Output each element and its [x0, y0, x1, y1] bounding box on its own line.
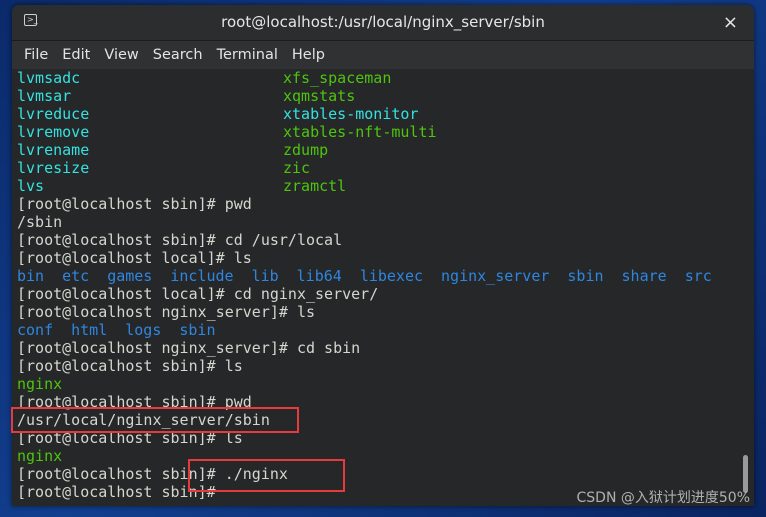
terminal-line: lvs zramctl	[17, 177, 754, 195]
terminal-line: nginx	[17, 375, 754, 393]
dir-entry: bin	[17, 267, 45, 285]
dir-entry: sbin	[567, 267, 604, 285]
terminal-line: [root@localhost local]# ls	[17, 249, 754, 267]
terminal-line: [root@localhost sbin]# cd /usr/local	[17, 231, 754, 249]
dir-entry: games	[107, 267, 153, 285]
dir-entry: nginx	[17, 447, 63, 465]
file-name: zramctl	[283, 177, 347, 195]
dir-entry: share	[621, 267, 667, 285]
dir-entry: sbin	[179, 321, 216, 339]
terminal-output[interactable]: lvmsadc xfs_spaceman lvmsar xqmstats lvreduc…	[12, 69, 754, 506]
terminal-line: lvreduce xtables-monitor	[17, 105, 754, 123]
dir-entry: include	[170, 267, 234, 285]
highlight-box-pwd-output	[11, 407, 299, 433]
dir-entry: etc	[62, 267, 90, 285]
close-button[interactable]: ×	[723, 5, 738, 40]
watermark: CSDN @入狱计划进度50%	[576, 490, 750, 506]
terminal-text: /sbin	[17, 213, 63, 231]
terminal-line: [root@localhost local]# cd nginx_server/	[17, 285, 754, 303]
file-name: xtables-nft-multi	[283, 123, 437, 141]
terminal-line: lvmsar xqmstats	[17, 87, 754, 105]
terminal-text: [root@localhost sbin]# pwd	[17, 195, 252, 213]
highlight-box-run-nginx	[188, 459, 345, 492]
terminal-line: conf html logs sbin	[17, 321, 754, 339]
terminal-text: [root@localhost nginx_server]# ls	[17, 303, 316, 321]
file-name: xfs_spaceman	[283, 69, 392, 87]
terminal-text: [root@localhost sbin]# cd /usr/local	[17, 231, 343, 249]
file-name: lvreduce	[17, 105, 90, 123]
dir-entry: nginx_server	[441, 267, 550, 285]
file-name: lvrename	[17, 141, 90, 159]
file-name: lvs	[17, 177, 45, 195]
terminal-text: [root@localhost nginx_server]# cd sbin	[17, 339, 361, 357]
menu-terminal[interactable]: Terminal	[211, 47, 284, 63]
dir-entry: html	[71, 321, 108, 339]
window-title: root@localhost:/usr/local/nginx_server/s…	[221, 13, 545, 31]
file-name: lvmsar	[17, 87, 72, 105]
file-name: lvresize	[17, 159, 90, 177]
menu-search[interactable]: Search	[147, 47, 209, 63]
dir-entry: nginx	[17, 375, 63, 393]
file-name: xtables-monitor	[283, 105, 419, 123]
terminal-line: /sbin	[17, 213, 754, 231]
terminal-line: lvresize zic	[17, 159, 754, 177]
menu-view[interactable]: View	[98, 47, 144, 63]
menu-bar: File Edit View Search Terminal Help	[12, 41, 754, 69]
title-bar: >_ root@localhost:/usr/local/nginx_serve…	[12, 5, 754, 41]
terminal-line: [root@localhost sbin]# ./nginx	[17, 465, 754, 483]
file-name: zdump	[283, 141, 329, 159]
terminal-line: [root@localhost nginx_server]# ls	[17, 303, 754, 321]
terminal-line: [root@localhost sbin]# pwd	[17, 195, 754, 213]
terminal-line: [root@localhost nginx_server]# cd sbin	[17, 339, 754, 357]
terminal-text: [root@localhost sbin]# ls	[17, 357, 243, 375]
dir-entry: lib	[251, 267, 279, 285]
menu-help[interactable]: Help	[286, 47, 331, 63]
terminal-line: lvremove xtables-nft-multi	[17, 123, 754, 141]
terminal-line: nginx	[17, 447, 754, 465]
file-name: xqmstats	[283, 87, 356, 105]
terminal-text: [root@localhost local]# cd nginx_server/	[17, 285, 379, 303]
scrollbar[interactable]	[743, 455, 748, 493]
terminal-text: [root@localhost local]# ls	[17, 249, 252, 267]
dir-entry: src	[684, 267, 712, 285]
file-name: lvmsadc	[17, 69, 81, 87]
terminal-line: bin etc games include lib lib64 libexec nginx_s…	[17, 267, 754, 285]
terminal-line: lvmsadc xfs_spaceman	[17, 69, 754, 87]
terminal-line: lvrename zdump	[17, 141, 754, 159]
dir-entry: logs	[125, 321, 162, 339]
file-name: zic	[283, 159, 311, 177]
dir-entry: lib64	[296, 267, 342, 285]
menu-file[interactable]: File	[18, 47, 54, 63]
dir-entry: libexec	[359, 267, 424, 285]
menu-edit[interactable]: Edit	[56, 47, 96, 63]
file-name: lvremove	[17, 123, 90, 141]
terminal-line: [root@localhost sbin]# ls	[17, 357, 754, 375]
dir-entry: conf	[17, 321, 54, 339]
